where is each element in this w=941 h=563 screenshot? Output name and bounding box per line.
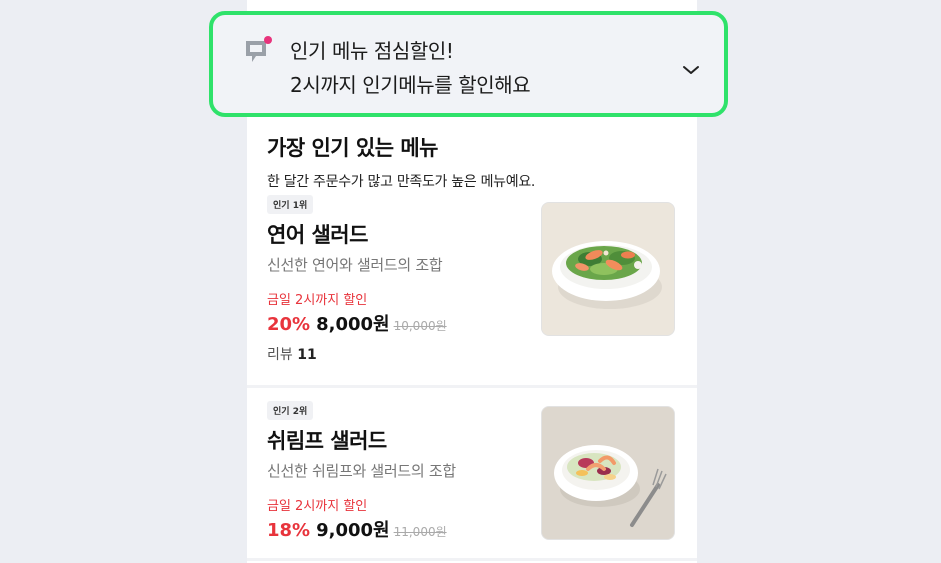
deal-label: 금일 2시까지 할인 [267,499,368,514]
price-row: 18% 9,000원 11,000원 [267,516,447,542]
item-name: 쉬림프 샐러드 [267,429,387,453]
rank-badge: 인기 2위 [267,401,314,420]
banner-line-1: 인기 메뉴 점심할인! [290,39,454,63]
review-count: 리뷰 11 [267,344,317,364]
popular-menu-header: 가장 인기 있는 메뉴 한 달간 주문수가 많고 만족도가 높은 메뉴예요. [267,132,535,191]
menu-item-salmon-salad[interactable]: 인기 1위 연어 샐러드 신선한 연어와 샐러드의 조합 금일 2시까지 할인 … [247,192,697,388]
section-title: 가장 인기 있는 메뉴 [267,136,439,160]
lunch-discount-banner[interactable]: 인기 메뉴 점심할인! 2시까지 인기메뉴를 할인해요 [209,11,728,117]
shrimp-salad-image[interactable] [541,406,675,540]
review-label: 리뷰 [267,347,293,363]
discount-rate: 20% [267,314,311,335]
salmon-salad-image[interactable] [541,202,675,336]
discount-rate: 18% [267,520,311,541]
review-number: 11 [297,347,317,363]
rank-badge: 인기 1위 [267,195,314,214]
chevron-down-icon[interactable] [681,62,701,81]
sale-price: 8,000원 [316,314,390,335]
sale-price: 9,000원 [316,520,390,541]
banner-message: 인기 메뉴 점심할인! 2시까지 인기메뉴를 할인해요 [290,34,531,102]
chat-bubble-notification-icon [243,35,275,71]
banner-line-2: 2시까지 인기메뉴를 할인해요 [290,73,531,97]
item-description: 신선한 쉬림프와 샐러드의 조합 [267,462,456,480]
original-price: 11,000원 [393,525,447,539]
section-subtitle: 한 달간 주문수가 많고 만족도가 높은 메뉴예요. [267,174,536,190]
item-name: 연어 샐러드 [267,223,368,247]
price-row: 20% 8,000원 10,000원 [267,310,447,336]
menu-item-shrimp-salad[interactable]: 인기 2위 쉬림프 샐러드 신선한 쉬림프와 샐러드의 조합 금일 2시까지 할… [247,398,697,561]
item-description: 신선한 연어와 샐러드의 조합 [267,256,443,274]
original-price: 10,000원 [393,319,447,333]
deal-label: 금일 2시까지 할인 [267,293,368,308]
